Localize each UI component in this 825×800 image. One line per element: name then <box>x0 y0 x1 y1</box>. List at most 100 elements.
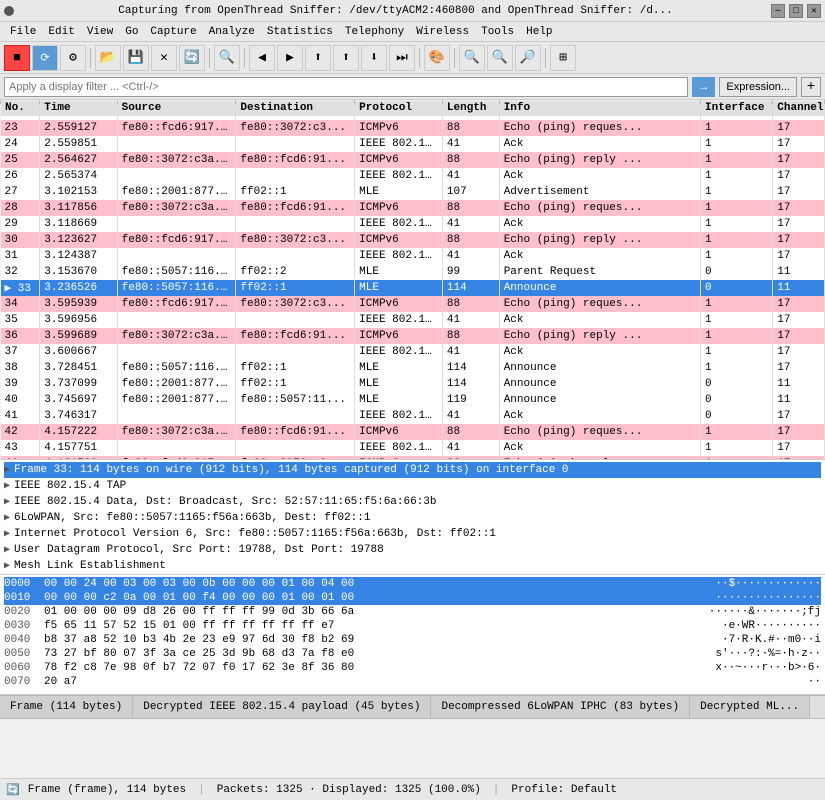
filter-add-button[interactable]: + <box>801 77 821 97</box>
close-file-button[interactable]: ✕ <box>151 45 177 71</box>
table-row[interactable]: 424.157222fe80::3072:c3a...fe80::fcd6:91… <box>1 424 825 440</box>
table-row[interactable]: 242.559851IEEE 802.15.441Ack117 <box>1 136 825 152</box>
hex-row[interactable]: 0050 73 27 bf 80 07 3f 3a ce 25 3d 9b 68… <box>4 647 821 661</box>
filter-apply-button[interactable]: → <box>692 77 715 97</box>
table-row[interactable]: 343.595939fe80::fcd6:917...fe80::3072:c3… <box>1 296 825 312</box>
menu-item-analyze[interactable]: Analyze <box>203 24 261 40</box>
table-row[interactable]: 303.123627fe80::fcd6:917...fe80::3072:c3… <box>1 232 825 248</box>
detail-expand-arrow[interactable]: ▶ <box>4 528 10 540</box>
maximize-button[interactable]: □ <box>789 4 803 18</box>
col-header-channel[interactable]: Channel <box>773 100 825 116</box>
menu-item-go[interactable]: Go <box>119 24 144 40</box>
detail-expand-arrow[interactable]: ▶ <box>4 496 10 508</box>
zoom-out-button[interactable]: 🔍 <box>487 45 513 71</box>
detail-expand-arrow[interactable]: ▶ <box>4 464 10 476</box>
col-header-info[interactable]: Info <box>499 100 700 116</box>
menu-item-file[interactable]: File <box>4 24 42 40</box>
cell-source <box>117 312 236 328</box>
reload-file-button[interactable]: 🔄 <box>179 45 205 71</box>
col-header-no[interactable]: No. <box>1 100 40 116</box>
display-filter-input[interactable] <box>4 77 688 97</box>
hex-row[interactable]: 0060 78 f2 c8 7e 98 0f b7 72 07 f0 17 62… <box>4 661 821 675</box>
detail-row[interactable]: ▶6LoWPAN, Src: fe80::5057:1165:f56a:663b… <box>4 510 821 526</box>
go-forward-button[interactable]: ▶ <box>277 45 303 71</box>
hex-row[interactable]: 0070 20 a7·· <box>4 675 821 689</box>
detail-expand-arrow[interactable]: ▶ <box>4 512 10 524</box>
hex-row[interactable]: 0040 b8 37 a8 52 10 b3 4b 2e 23 e9 97 6d… <box>4 633 821 647</box>
table-row[interactable]: 403.745697fe80::2001:877...fe80::5057:11… <box>1 392 825 408</box>
save-file-button[interactable]: 💾 <box>123 45 149 71</box>
detail-expand-arrow[interactable]: ▶ <box>4 544 10 556</box>
hex-row[interactable]: 0010 00 00 00 c2 0a 00 01 00 f4 00 00 00… <box>4 591 821 605</box>
colorize-button[interactable]: 🎨 <box>424 45 450 71</box>
menu-item-statistics[interactable]: Statistics <box>261 24 339 40</box>
detail-expand-arrow[interactable]: ▶ <box>4 480 10 492</box>
col-header-source[interactable]: Source <box>117 100 236 116</box>
menu-item-view[interactable]: View <box>81 24 119 40</box>
cell-length: 41 <box>442 408 499 424</box>
table-row[interactable]: 232.559127fe80::fcd6:917...fe80::3072:c3… <box>1 120 825 136</box>
table-row[interactable]: 262.565374IEEE 802.15.441Ack117 <box>1 168 825 184</box>
table-row[interactable]: 393.737099fe80::2001:877...ff02::1MLE114… <box>1 376 825 392</box>
col-header-iface[interactable]: Interface ID <box>701 100 773 116</box>
table-row[interactable]: 413.746317IEEE 802.15.441Ack017 <box>1 408 825 424</box>
table-row[interactable]: 363.599689fe80::3072:c3a...fe80::fcd6:91… <box>1 328 825 344</box>
detail-row[interactable]: ▶ Internet Protocol Version 6, Src: fe80:… <box>4 526 821 542</box>
go-prev-button[interactable]: ⬆ <box>333 45 359 71</box>
hex-ascii: x··~···r···b>·6· <box>715 662 821 674</box>
table-row[interactable]: 353.596956IEEE 802.15.441Ack117 <box>1 312 825 328</box>
col-header-length[interactable]: Length <box>442 100 499 116</box>
resize-columns-button[interactable]: ⊞ <box>550 45 576 71</box>
stop-capture-button[interactable]: ■ <box>4 45 30 71</box>
hex-row[interactable]: 0000 00 00 24 00 03 00 03 00 0b 00 00 00… <box>4 577 821 591</box>
zoom-in-button[interactable]: 🔍 <box>459 45 485 71</box>
detail-text: Frame 33: 114 bytes on wire (912 bits), … <box>14 464 569 476</box>
menu-item-telephony[interactable]: Telephony <box>339 24 410 40</box>
table-row[interactable]: ▶ 333.236526fe80::5057:116...ff02::1MLE1… <box>1 280 825 296</box>
bottom-tab-0[interactable]: Frame (114 bytes) <box>0 696 133 718</box>
close-button[interactable]: ✕ <box>807 4 821 18</box>
menu-item-help[interactable]: Help <box>520 24 558 40</box>
col-header-time[interactable]: Time <box>40 100 117 116</box>
col-header-destination[interactable]: Destination <box>236 100 355 116</box>
hex-row[interactable]: 0030 f5 65 11 57 52 15 01 00 ff ff ff ff… <box>4 619 821 633</box>
go-next-button[interactable]: ⬇ <box>361 45 387 71</box>
find-packet-button[interactable]: 🔍 <box>214 45 240 71</box>
detail-row[interactable]: ▶IEEE 802.15.4 Data, Dst: Broadcast, Src… <box>4 494 821 510</box>
col-header-protocol[interactable]: Protocol <box>355 100 443 116</box>
cell-time: 3.745697 <box>40 392 117 408</box>
menu-item-edit[interactable]: Edit <box>42 24 80 40</box>
detail-row[interactable]: ▶ Frame 33: 114 bytes on wire (912 bits),… <box>4 462 821 478</box>
minimize-button[interactable]: ─ <box>771 4 785 18</box>
table-row[interactable]: 273.102153fe80::2001:877...ff02::1MLE107… <box>1 184 825 200</box>
go-last-button[interactable]: ⏭ <box>389 45 415 71</box>
menu-item-capture[interactable]: Capture <box>144 24 202 40</box>
restart-capture-button[interactable]: ⟳ <box>32 45 58 71</box>
table-row[interactable]: 383.728451fe80::5057:116...ff02::1MLE114… <box>1 360 825 376</box>
go-back-button[interactable]: ◀ <box>249 45 275 71</box>
cell-iface: 1 <box>701 248 773 264</box>
bottom-tab-3[interactable]: Decrypted ML... <box>690 696 810 718</box>
go-first-button[interactable]: ⬆ <box>305 45 331 71</box>
bottom-tab-1[interactable]: Decrypted IEEE 802.15.4 payload (45 byte… <box>133 696 431 718</box>
table-row[interactable]: 283.117856fe80::3072:c3a...fe80::fcd6:91… <box>1 200 825 216</box>
detail-row[interactable]: ▶User Datagram Protocol, Src Port: 19788… <box>4 542 821 558</box>
menu-item-tools[interactable]: Tools <box>475 24 520 40</box>
hex-row[interactable]: 0020 01 00 00 00 09 d8 26 00 ff ff ff 99… <box>4 605 821 619</box>
detail-expand-arrow[interactable]: ▶ <box>4 560 10 572</box>
table-row[interactable]: 323.153670fe80::5057:116...ff02::2MLE99P… <box>1 264 825 280</box>
detail-row[interactable]: ▶IEEE 802.15.4 TAP <box>4 478 821 494</box>
open-file-button[interactable]: 📂 <box>95 45 121 71</box>
table-row[interactable]: 313.124387IEEE 802.15.441Ack117 <box>1 248 825 264</box>
detail-text: Internet Protocol Version 6, Src: fe80::… <box>14 528 496 540</box>
capture-options-button[interactable]: ⚙ <box>60 45 86 71</box>
menu-item-wireless[interactable]: Wireless <box>410 24 475 40</box>
detail-row[interactable]: ▶Mesh Link Establishment <box>4 558 821 574</box>
table-row[interactable]: 373.600667IEEE 802.15.441Ack117 <box>1 344 825 360</box>
table-row[interactable]: 293.118669IEEE 802.15.441Ack117 <box>1 216 825 232</box>
bottom-tab-2[interactable]: Decompressed 6LoWPAN IPHC (83 bytes) <box>431 696 690 718</box>
table-row[interactable]: 252.564627fe80::3072:c3a...fe80::fcd6:91… <box>1 152 825 168</box>
zoom-normal-button[interactable]: 🔎 <box>515 45 541 71</box>
table-row[interactable]: 434.157751IEEE 802.15.441Ack117 <box>1 440 825 456</box>
filter-expression-button[interactable]: Expression... <box>719 77 797 97</box>
